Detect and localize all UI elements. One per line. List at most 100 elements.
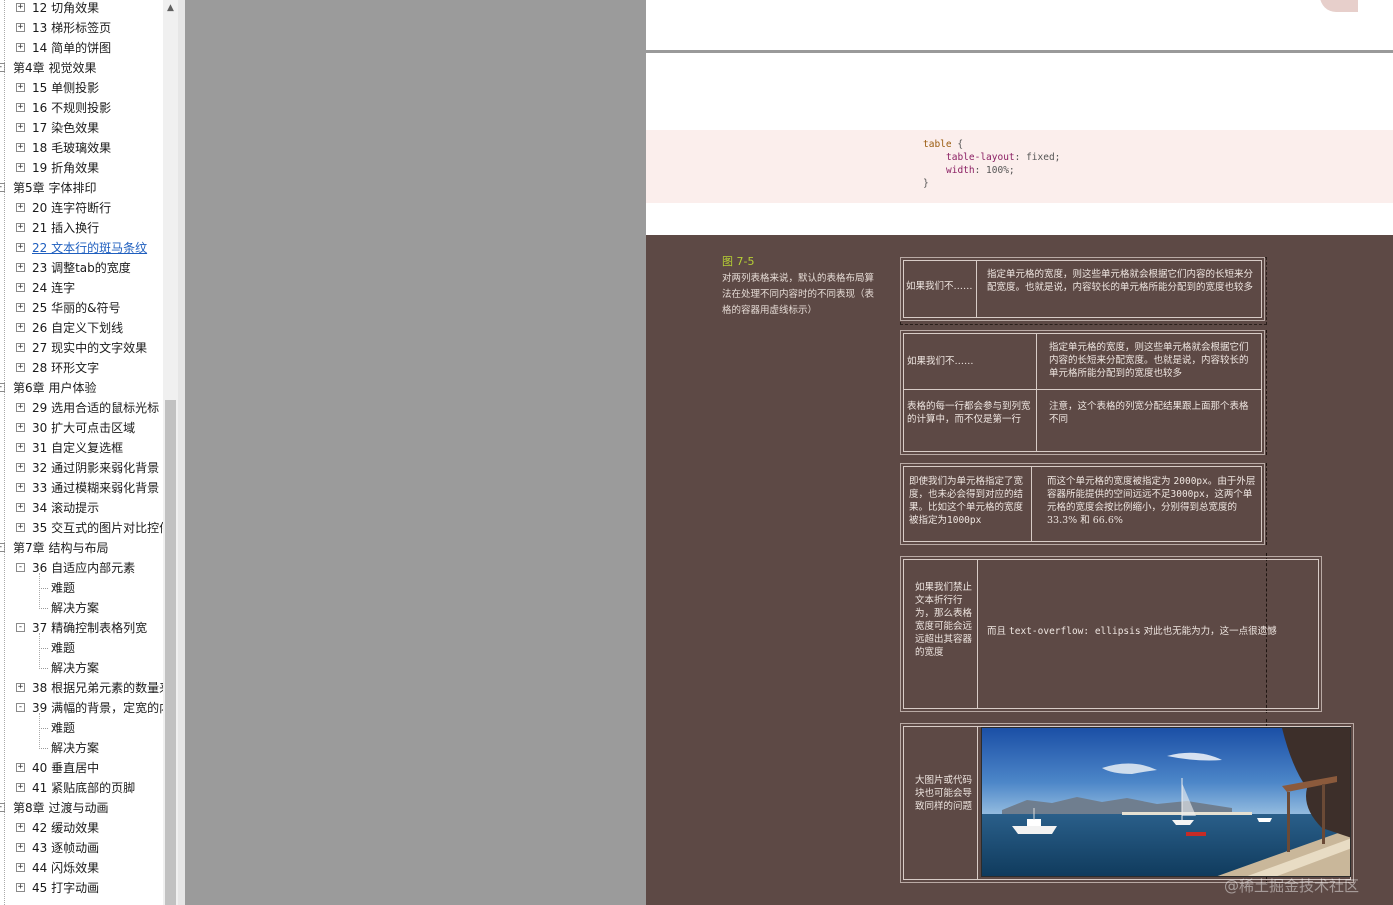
expand-icon[interactable]: +: [16, 323, 25, 332]
expand-icon[interactable]: +: [16, 343, 25, 352]
outline-section[interactable]: +14 简单的饼图: [0, 38, 163, 58]
outline-section[interactable]: +12 切角效果: [0, 0, 163, 18]
demo-table-2: 如果我们不…… 指定单元格的宽度，则这些单元格就会根据它们内容的长短来分配宽度。…: [900, 330, 1265, 455]
outline-item-label: 解决方案: [51, 601, 100, 615]
outline-item-label: 32 通过阴影来弱化背景: [32, 461, 160, 475]
harbor-photo: [981, 727, 1351, 877]
outline-section[interactable]: +35 交互式的图片对比控件: [0, 518, 163, 538]
expand-icon[interactable]: +: [16, 443, 25, 452]
outline-section[interactable]: +16 不规则投影: [0, 98, 163, 118]
expand-icon[interactable]: +: [16, 123, 25, 132]
outline-subsection[interactable]: 解决方案: [0, 598, 163, 618]
expand-icon[interactable]: +: [16, 223, 25, 232]
outline-section[interactable]: +15 单侧投影: [0, 78, 163, 98]
outline-section[interactable]: +26 自定义下划线: [0, 318, 163, 338]
outline-subsection[interactable]: 解决方案: [0, 658, 163, 678]
table4-cell-1: 如果我们禁止文本折行行为，那么表格宽度可能会远远超出其容器的宽度: [915, 582, 973, 658]
outline-subsection[interactable]: 难题: [0, 578, 163, 598]
outline-section[interactable]: +31 自定义复选框: [0, 438, 163, 458]
outline-chapter[interactable]: -第5章 字体排印: [0, 178, 163, 198]
outline-subsection[interactable]: 难题: [0, 638, 163, 658]
expand-icon[interactable]: +: [16, 403, 25, 412]
outline-item-label: 解决方案: [51, 741, 100, 755]
expand-icon[interactable]: +: [16, 163, 25, 172]
expand-icon[interactable]: +: [16, 103, 25, 112]
expand-icon[interactable]: +: [16, 823, 25, 832]
table3-cell-2: 而这个单元格的宽度被指定为 2000px。由于外层容器所能提供的空间远远不足30…: [1047, 476, 1256, 526]
expand-icon[interactable]: +: [16, 283, 25, 292]
outline-subsection[interactable]: 难题: [0, 718, 163, 738]
outline-section[interactable]: +30 扩大可点击区域: [0, 418, 163, 438]
expand-icon[interactable]: +: [16, 263, 25, 272]
outline-section[interactable]: +21 插入换行: [0, 218, 163, 238]
outline-section[interactable]: +33 通过模糊来弱化背景: [0, 478, 163, 498]
collapse-icon[interactable]: -: [16, 563, 25, 572]
outline-section[interactable]: +43 逐帧动画: [0, 838, 163, 858]
expand-icon[interactable]: +: [16, 863, 25, 872]
scrollbar-thumb[interactable]: [165, 400, 176, 905]
outline-chapter[interactable]: -第8章 过渡与动画: [0, 798, 163, 818]
collapse-icon[interactable]: -: [16, 703, 25, 712]
expand-icon[interactable]: +: [16, 423, 25, 432]
expand-icon[interactable]: +: [16, 763, 25, 772]
code-block: table { table-layout: fixed; width: 100%…: [646, 130, 1393, 203]
document-page: table { table-layout: fixed; width: 100%…: [646, 0, 1393, 905]
outline-section[interactable]: +24 连字: [0, 278, 163, 298]
panel-splitter[interactable]: [178, 0, 185, 905]
outline-section[interactable]: +42 缓动效果: [0, 818, 163, 838]
outline-section[interactable]: +27 现实中的文字效果: [0, 338, 163, 358]
expand-icon[interactable]: +: [16, 783, 25, 792]
expand-icon[interactable]: +: [16, 43, 25, 52]
page-corner-decoration: [1320, 0, 1358, 12]
outline-scrollbar[interactable]: ▲: [163, 0, 178, 905]
outline-subsection[interactable]: 解决方案: [0, 738, 163, 758]
expand-icon[interactable]: +: [16, 503, 25, 512]
expand-icon[interactable]: +: [16, 363, 25, 372]
demo-table-1: 如果我们不…… 指定单元格的宽度，则这些单元格就会根据它们内容的长短来分配宽度。…: [900, 257, 1265, 321]
outline-item-label: 45 打字动画: [32, 881, 100, 895]
expand-icon[interactable]: +: [16, 23, 25, 32]
outline-section[interactable]: -37 精确控制表格列宽: [0, 618, 163, 638]
outline-section[interactable]: +45 打字动画: [0, 878, 163, 898]
outline-section[interactable]: +17 染色效果: [0, 118, 163, 138]
expand-icon[interactable]: +: [16, 523, 25, 532]
outline-chapter[interactable]: -第6章 用户体验: [0, 378, 163, 398]
collapse-icon[interactable]: -: [16, 623, 25, 632]
expand-icon[interactable]: +: [16, 143, 25, 152]
expand-icon[interactable]: +: [16, 683, 25, 692]
outline-section[interactable]: +18 毛玻璃效果: [0, 138, 163, 158]
outline-section[interactable]: +28 环形文字: [0, 358, 163, 378]
expand-icon[interactable]: +: [16, 243, 25, 252]
expand-icon[interactable]: +: [16, 303, 25, 312]
outline-section[interactable]: +25 华丽的&符号: [0, 298, 163, 318]
outline-section[interactable]: +29 选用合适的鼠标光标: [0, 398, 163, 418]
expand-icon[interactable]: +: [16, 483, 25, 492]
expand-icon[interactable]: +: [16, 203, 25, 212]
outline-section[interactable]: +22 文本行的斑马条纹: [0, 238, 163, 258]
outline-section[interactable]: +41 紧贴底部的页脚: [0, 778, 163, 798]
outline-section[interactable]: +34 滚动提示: [0, 498, 163, 518]
outline-section[interactable]: +23 调整tab的宽度: [0, 258, 163, 278]
table2-r2-cell-1: 表格的每一行都会参与到列宽的计算中，而不仅是第一行: [907, 401, 1031, 425]
outline-item-label: 41 紧贴底部的页脚: [32, 781, 136, 795]
expand-icon[interactable]: +: [16, 83, 25, 92]
figure-title: 图 7-5: [722, 255, 755, 268]
table2-r1-cell-1: 如果我们不……: [907, 356, 974, 367]
expand-icon[interactable]: +: [16, 463, 25, 472]
outline-section[interactable]: +40 垂直居中: [0, 758, 163, 778]
outline-section[interactable]: -36 自适应内部元素: [0, 558, 163, 578]
outline-section[interactable]: +44 闪烁效果: [0, 858, 163, 878]
outline-section[interactable]: -39 满幅的背景，定宽的内容: [0, 698, 163, 718]
outline-section[interactable]: +32 通过阴影来弱化背景: [0, 458, 163, 478]
expand-icon[interactable]: +: [16, 883, 25, 892]
outline-item-label: 21 插入换行: [32, 221, 100, 235]
outline-section[interactable]: +19 折角效果: [0, 158, 163, 178]
outline-section[interactable]: +38 根据兄弟元素的数量来设置样式: [0, 678, 163, 698]
outline-section[interactable]: +13 梯形标签页: [0, 18, 163, 38]
outline-section[interactable]: +20 连字符断行: [0, 198, 163, 218]
expand-icon[interactable]: +: [16, 843, 25, 852]
expand-icon[interactable]: +: [16, 3, 25, 12]
outline-chapter[interactable]: -第7章 结构与布局: [0, 538, 163, 558]
outline-chapter[interactable]: -第4章 视觉效果: [0, 58, 163, 78]
scroll-up-arrow-icon[interactable]: ▲: [163, 0, 178, 17]
